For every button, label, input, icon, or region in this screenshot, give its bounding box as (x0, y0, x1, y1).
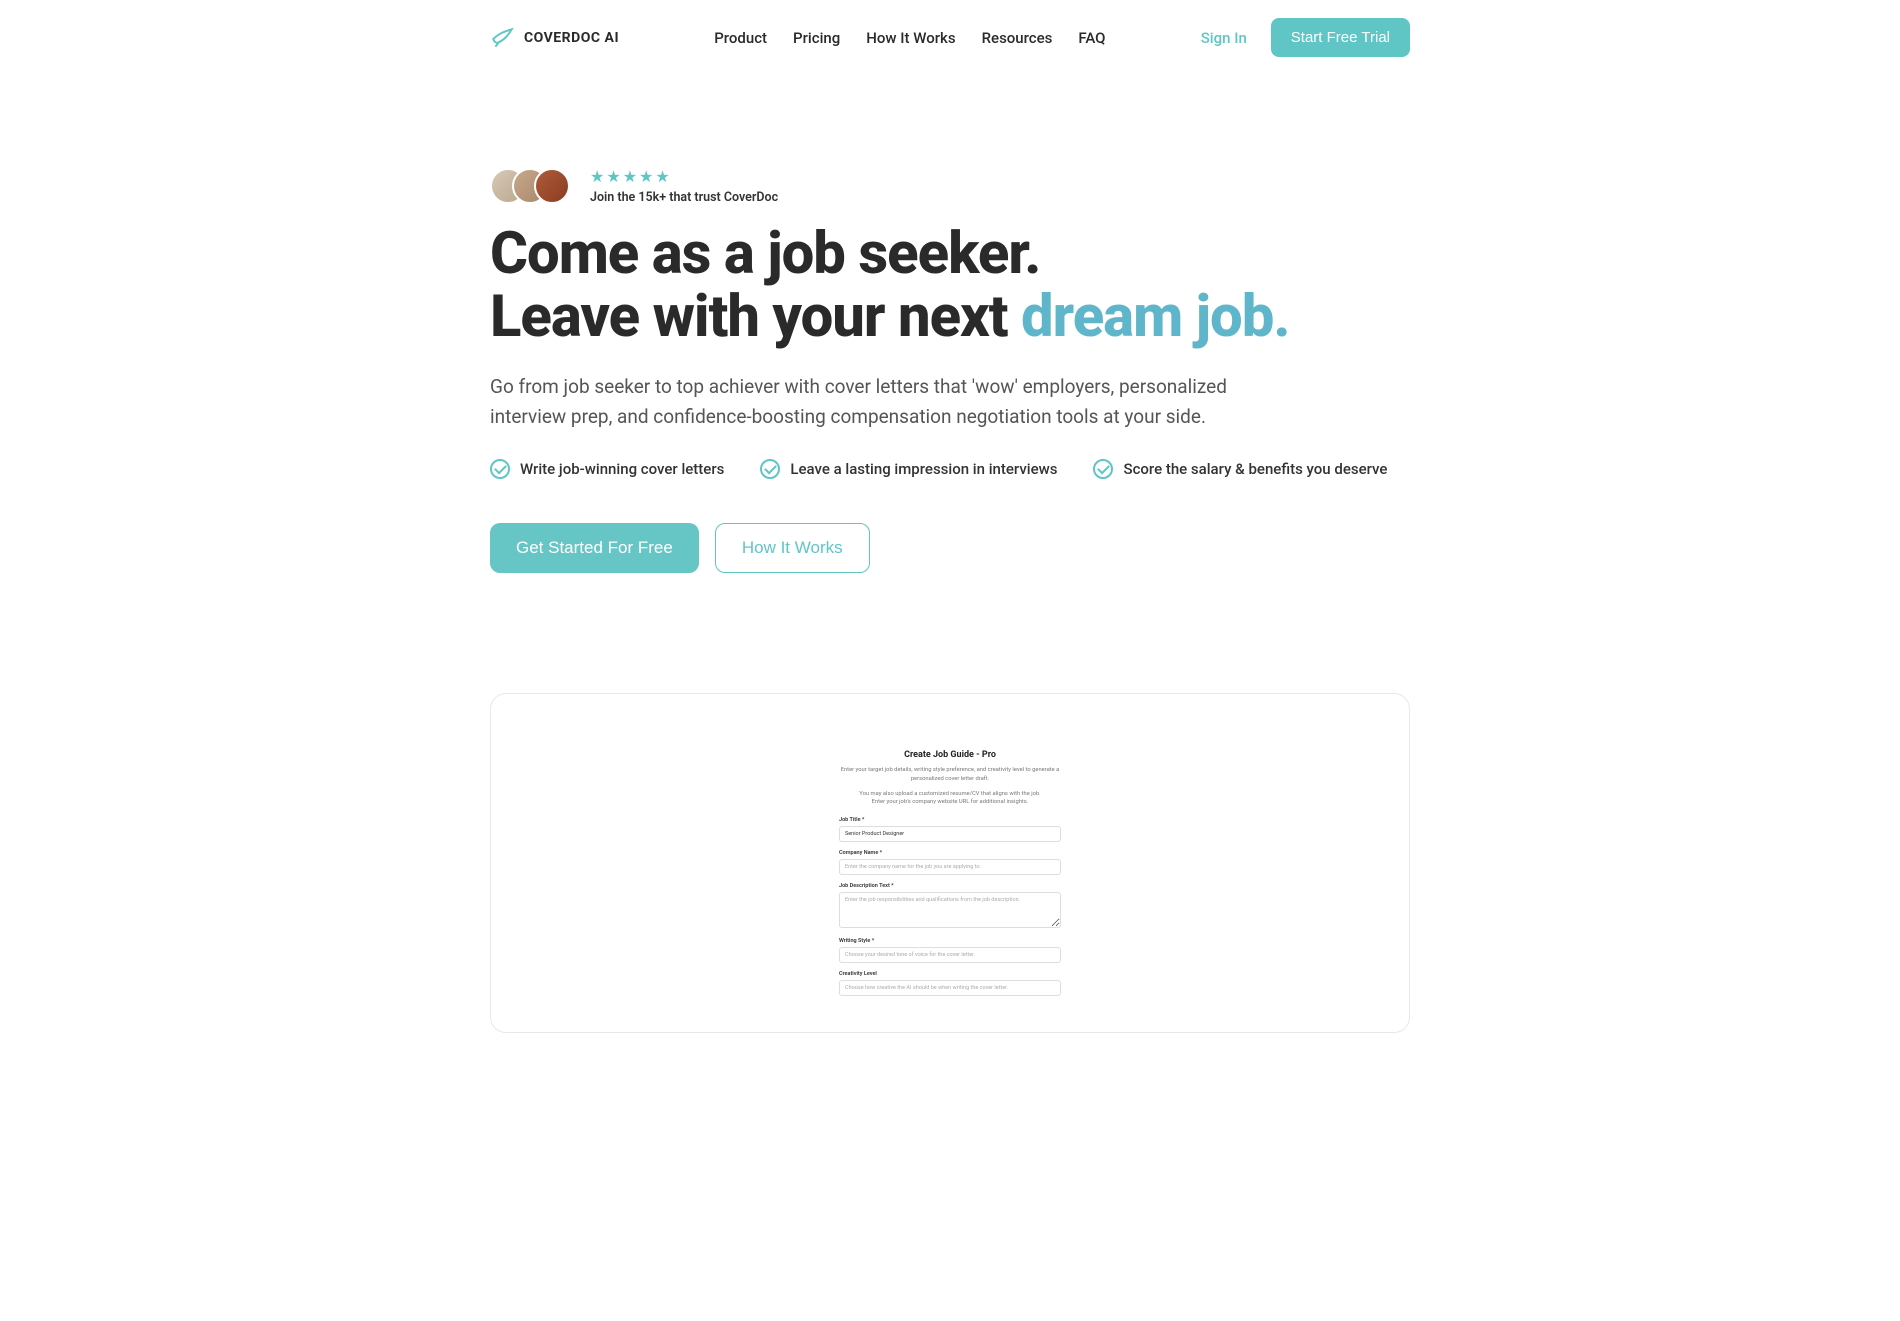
cta-row: Get Started For Free How It Works (490, 523, 1410, 573)
nav-resources[interactable]: Resources (982, 29, 1053, 47)
company-name-label: Company Name * (839, 850, 1061, 856)
hero-title-line1: Come as a job seeker. (490, 220, 1040, 288)
writing-style-select[interactable]: Choose your desired tone of voice for th… (839, 947, 1061, 963)
signin-link[interactable]: Sign In (1201, 29, 1247, 47)
company-name-input[interactable] (839, 859, 1061, 875)
feature-list: Write job-winning cover letters Leave a … (490, 459, 1410, 479)
star-icon: ★ (606, 167, 620, 186)
hero-subtitle: Go from job seeker to top achiever with … (490, 372, 1250, 431)
star-rating: ★ ★ ★ ★ ★ (590, 167, 778, 186)
star-icon: ★ (639, 167, 653, 186)
site-header: COVERDOC AI Product Pricing How It Works… (490, 0, 1410, 75)
writing-style-label: Writing Style * (839, 938, 1061, 944)
feature-label: Write job-winning cover letters (520, 460, 724, 478)
demo-title: Create Job Guide - Pro (839, 750, 1061, 760)
avatar (534, 168, 570, 204)
header-actions: Sign In Start Free Trial (1201, 18, 1410, 57)
creativity-label: Creativity Level (839, 971, 1061, 977)
logo[interactable]: COVERDOC AI (490, 25, 619, 51)
logo-text: COVERDOC AI (524, 30, 619, 46)
start-free-trial-button[interactable]: Start Free Trial (1271, 18, 1410, 57)
feature-item: Score the salary & benefits you deserve (1093, 459, 1387, 479)
feature-item: Leave a lasting impression in interviews (760, 459, 1057, 479)
creativity-select[interactable]: Choose how creative the AI should be whe… (839, 980, 1061, 996)
hero-section: ★ ★ ★ ★ ★ Join the 15k+ that trust Cover… (490, 75, 1410, 573)
avatar-stack (490, 168, 570, 204)
hero-title-line2a: Leave with your next (490, 283, 1021, 351)
nav-how-it-works[interactable]: How It Works (866, 29, 955, 47)
nav-faq[interactable]: FAQ (1078, 29, 1105, 47)
main-nav: Product Pricing How It Works Resources F… (714, 29, 1105, 47)
trust-text: Join the 15k+ that trust CoverDoc (590, 190, 778, 205)
job-description-label: Job Description Text * (839, 883, 1061, 889)
check-icon (760, 459, 780, 479)
job-title-input[interactable] (839, 826, 1061, 842)
get-started-button[interactable]: Get Started For Free (490, 523, 699, 573)
demo-section: Create Job Guide - Pro Enter your target… (490, 693, 1410, 1033)
job-description-input[interactable] (839, 892, 1061, 928)
nav-pricing[interactable]: Pricing (793, 29, 840, 47)
demo-desc: Enter your target job details, writing s… (839, 766, 1061, 783)
demo-form: Create Job Guide - Pro Enter your target… (839, 750, 1061, 996)
star-icon: ★ (655, 167, 669, 186)
star-icon: ★ (623, 167, 637, 186)
feature-label: Leave a lasting impression in interviews (790, 460, 1057, 478)
star-icon: ★ (590, 167, 604, 186)
demo-note: You may also upload a customized resume/… (839, 790, 1061, 807)
check-icon (1093, 459, 1113, 479)
logo-icon (490, 25, 516, 51)
feature-item: Write job-winning cover letters (490, 459, 724, 479)
check-icon (490, 459, 510, 479)
demo-card: Create Job Guide - Pro Enter your target… (490, 693, 1410, 1033)
feature-label: Score the salary & benefits you deserve (1123, 460, 1387, 478)
hero-title: Come as a job seeker. Leave with your ne… (490, 223, 1410, 348)
social-proof: ★ ★ ★ ★ ★ Join the 15k+ that trust Cover… (490, 167, 1410, 205)
how-it-works-button[interactable]: How It Works (715, 523, 870, 573)
hero-title-accent: dream job. (1021, 283, 1290, 351)
nav-product[interactable]: Product (714, 29, 767, 47)
job-title-label: Job Title * (839, 817, 1061, 823)
